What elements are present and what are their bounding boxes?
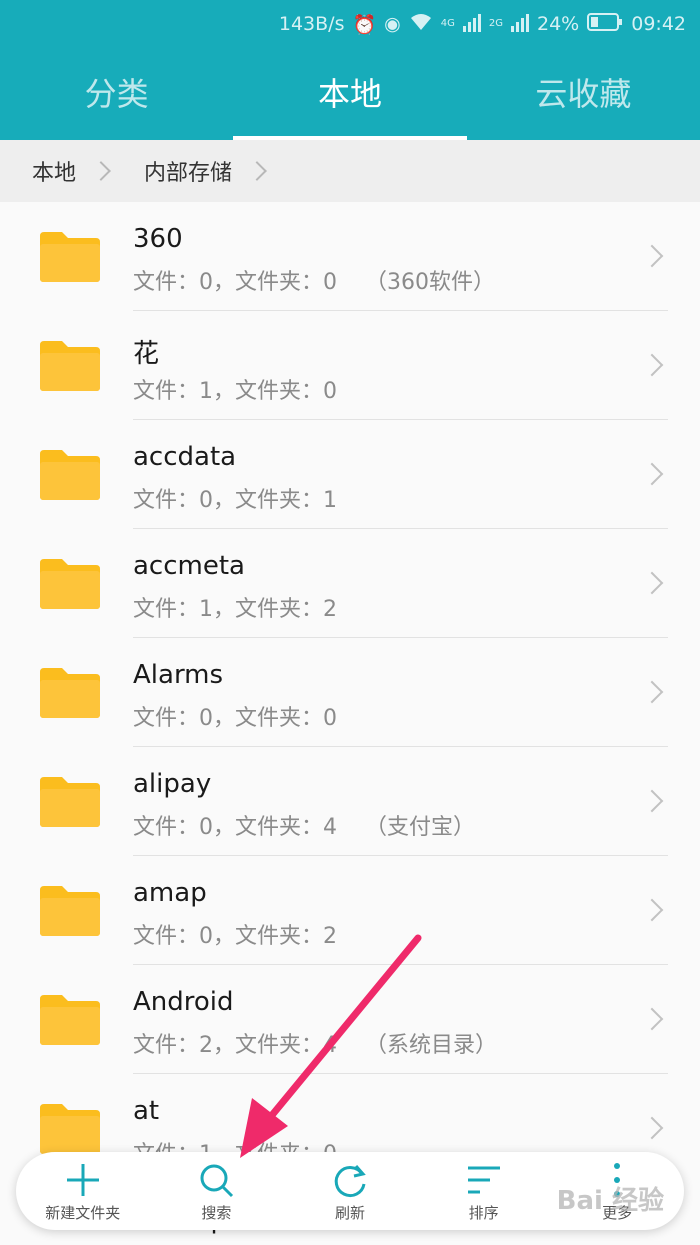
list-item[interactable]: alipay 文件：0，文件夹：4 （支付宝） xyxy=(0,747,700,856)
breadcrumb-internal-storage[interactable]: 内部存储 xyxy=(112,155,232,187)
plus-icon xyxy=(66,1163,99,1196)
status-bar: 143B/s ⏰ ◉ 4G 2G 24% 09:42 xyxy=(279,10,686,38)
file-name: alipay xyxy=(133,769,212,799)
folder-icon xyxy=(40,995,100,1045)
list-item[interactable]: 360 文件：0，文件夹：0 （360软件） xyxy=(0,202,700,311)
new-folder-label: 新建文件夹 xyxy=(45,1203,121,1222)
clock: 09:42 xyxy=(631,13,686,35)
breadcrumb: 本地 内部存储 xyxy=(0,140,700,202)
folder-icon xyxy=(40,559,100,609)
folder-icon xyxy=(40,668,100,718)
battery-icon xyxy=(587,12,623,37)
list-item[interactable]: accmeta 文件：1，文件夹：2 xyxy=(0,529,700,638)
tab-cloud[interactable]: 云收藏 xyxy=(467,58,700,140)
chevron-right-icon xyxy=(640,353,664,377)
file-name: Android xyxy=(133,987,234,1017)
list-item[interactable]: Alarms 文件：0，文件夹：0 xyxy=(0,638,700,747)
tab-local[interactable]: 本地 xyxy=(233,58,467,140)
battery-percent: 24% xyxy=(537,13,580,35)
file-meta: 文件：0，文件夹：2 xyxy=(133,924,337,949)
search-label: 搜索 xyxy=(201,1203,232,1222)
sort-icon xyxy=(467,1166,500,1193)
file-name: at xyxy=(133,1096,160,1126)
search-icon xyxy=(200,1164,234,1197)
chevron-right-icon xyxy=(640,898,664,922)
tab-bar: 分类 本地 云收藏 xyxy=(0,58,700,140)
list-item[interactable]: accdata 文件：0，文件夹：1 xyxy=(0,420,700,529)
breadcrumb-local[interactable]: 本地 xyxy=(0,155,76,187)
chevron-right-icon xyxy=(640,462,664,486)
sort-button[interactable]: 排序 xyxy=(429,1160,539,1223)
search-button[interactable]: 搜索 xyxy=(161,1160,271,1223)
chevron-right-icon xyxy=(247,161,267,181)
list-item[interactable]: 花 文件：1，文件夹：0 xyxy=(0,311,700,420)
file-meta: 文件：1，文件夹：0 xyxy=(133,379,337,404)
tab-category[interactable]: 分类 xyxy=(0,58,233,140)
refresh-button[interactable]: 刷新 xyxy=(295,1160,405,1223)
file-name: accdata xyxy=(133,442,237,472)
eye-icon: ◉ xyxy=(384,13,401,35)
folder-icon xyxy=(40,1104,100,1154)
app-header: 143B/s ⏰ ◉ 4G 2G 24% 09:42 分类 本地 云收藏 xyxy=(0,0,700,140)
chevron-right-icon xyxy=(640,1116,664,1140)
chevron-right-icon xyxy=(640,244,664,268)
list-item[interactable]: amap 文件：0，文件夹：2 xyxy=(0,856,700,965)
signal-icon-2 xyxy=(511,12,529,37)
list-item[interactable]: Android 文件：2，文件夹：4 （系统目录） xyxy=(0,965,700,1074)
network-2g-label: 2G xyxy=(488,18,503,29)
file-meta: 文件：0，文件夹：0 （360软件） xyxy=(133,270,495,295)
file-name: 花 xyxy=(133,339,160,369)
chevron-right-icon xyxy=(91,161,111,181)
chevron-right-icon xyxy=(640,680,664,704)
file-name: Alarms xyxy=(133,660,224,690)
file-meta: 文件：2，文件夹：4 （系统目录） xyxy=(133,1033,497,1058)
net-speed: 143B/s xyxy=(278,13,345,35)
signal-icon xyxy=(462,12,481,37)
chevron-right-icon xyxy=(640,789,664,813)
alarm-icon: ⏰ xyxy=(352,13,377,36)
file-meta: 文件：0，文件夹：0 xyxy=(133,706,337,731)
file-meta: 文件：0，文件夹：1 xyxy=(133,488,337,513)
file-name: accmeta xyxy=(133,551,245,581)
folder-icon xyxy=(40,450,100,500)
file-name: 360 xyxy=(133,224,183,254)
file-name: amap xyxy=(133,878,207,908)
folder-icon xyxy=(40,777,100,827)
network-4g-label: 4G xyxy=(440,18,455,29)
chevron-right-icon xyxy=(640,1007,664,1031)
new-folder-button[interactable]: 新建文件夹 xyxy=(28,1160,138,1223)
watermark: Bai 经验 xyxy=(556,1186,664,1216)
refresh-icon xyxy=(334,1164,366,1197)
sort-label: 排序 xyxy=(468,1203,499,1222)
file-list: 360 文件：0，文件夹：0 （360软件） 花 文件：1，文件夹：0 accd… xyxy=(0,202,700,1243)
file-meta: 文件：0，文件夹：4 （支付宝） xyxy=(133,815,475,840)
refresh-label: 刷新 xyxy=(334,1203,365,1222)
wifi-icon xyxy=(409,12,433,37)
file-meta: 文件：1，文件夹：2 xyxy=(133,597,337,622)
folder-icon xyxy=(40,341,100,391)
folder-icon xyxy=(40,232,100,282)
folder-icon xyxy=(40,886,100,936)
chevron-right-icon xyxy=(640,571,664,595)
